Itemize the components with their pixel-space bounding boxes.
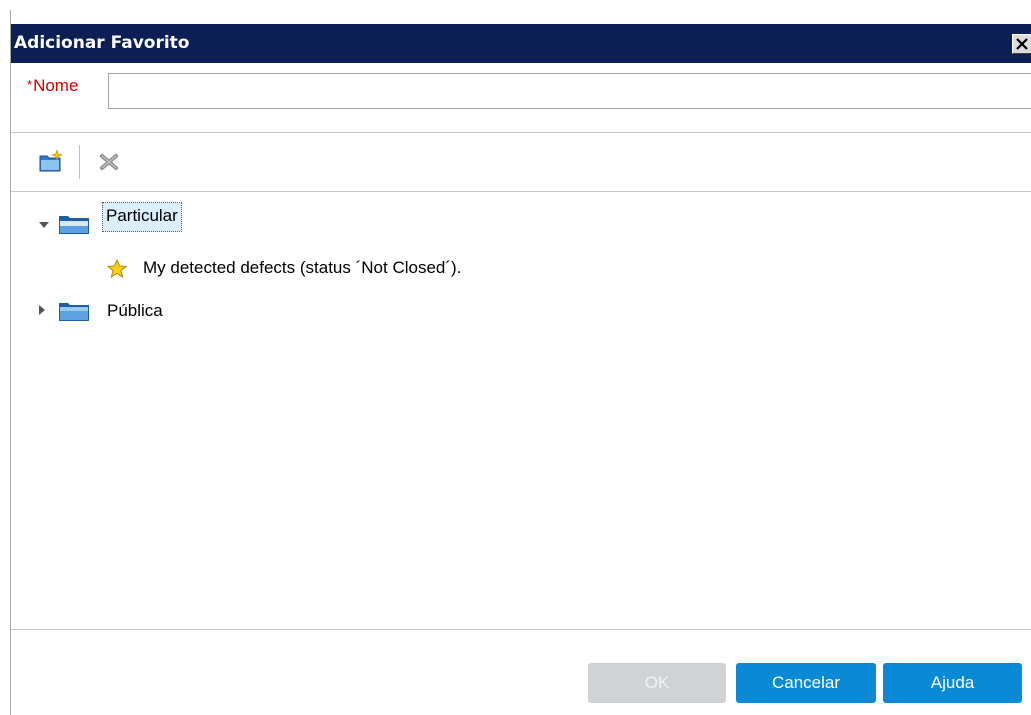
ok-button[interactable]: OK — [588, 663, 726, 703]
required-marker: * — [27, 77, 33, 92]
tree-node-label[interactable]: Pública — [107, 301, 163, 321]
new-folder-button[interactable] — [39, 149, 63, 174]
tree-node-label[interactable]: Particular — [102, 202, 182, 232]
help-button[interactable]: Ajuda — [883, 663, 1022, 703]
name-input[interactable] — [108, 73, 1031, 109]
name-label-text: Nome — [33, 76, 79, 95]
delete-icon — [100, 154, 118, 170]
star-icon — [107, 259, 127, 279]
window-title: Adicionar Favorito — [14, 33, 190, 53]
folder-open-icon — [59, 216, 89, 234]
folder-icon — [59, 303, 89, 321]
chevron-down-icon[interactable] — [38, 219, 50, 231]
name-label: *Nome — [27, 76, 78, 96]
close-button[interactable] — [1012, 34, 1031, 54]
new-folder-icon — [39, 149, 63, 172]
title-bar[interactable]: Adicionar Favorito — [11, 24, 1031, 63]
close-icon — [1016, 38, 1028, 50]
folder-tree-panel: Particular My detected defects (status ´… — [11, 132, 1031, 630]
toolbar-separator — [79, 145, 80, 179]
delete-button[interactable] — [97, 150, 121, 174]
tree-node-label[interactable]: My detected defects (status ´Not Closed´… — [143, 258, 461, 278]
chevron-right-icon[interactable] — [36, 304, 48, 316]
cancel-button[interactable]: Cancelar — [736, 663, 876, 703]
tree-toolbar — [11, 133, 1031, 192]
add-favorite-dialog: Adicionar Favorito *Nome Particular My d… — [10, 10, 1031, 715]
